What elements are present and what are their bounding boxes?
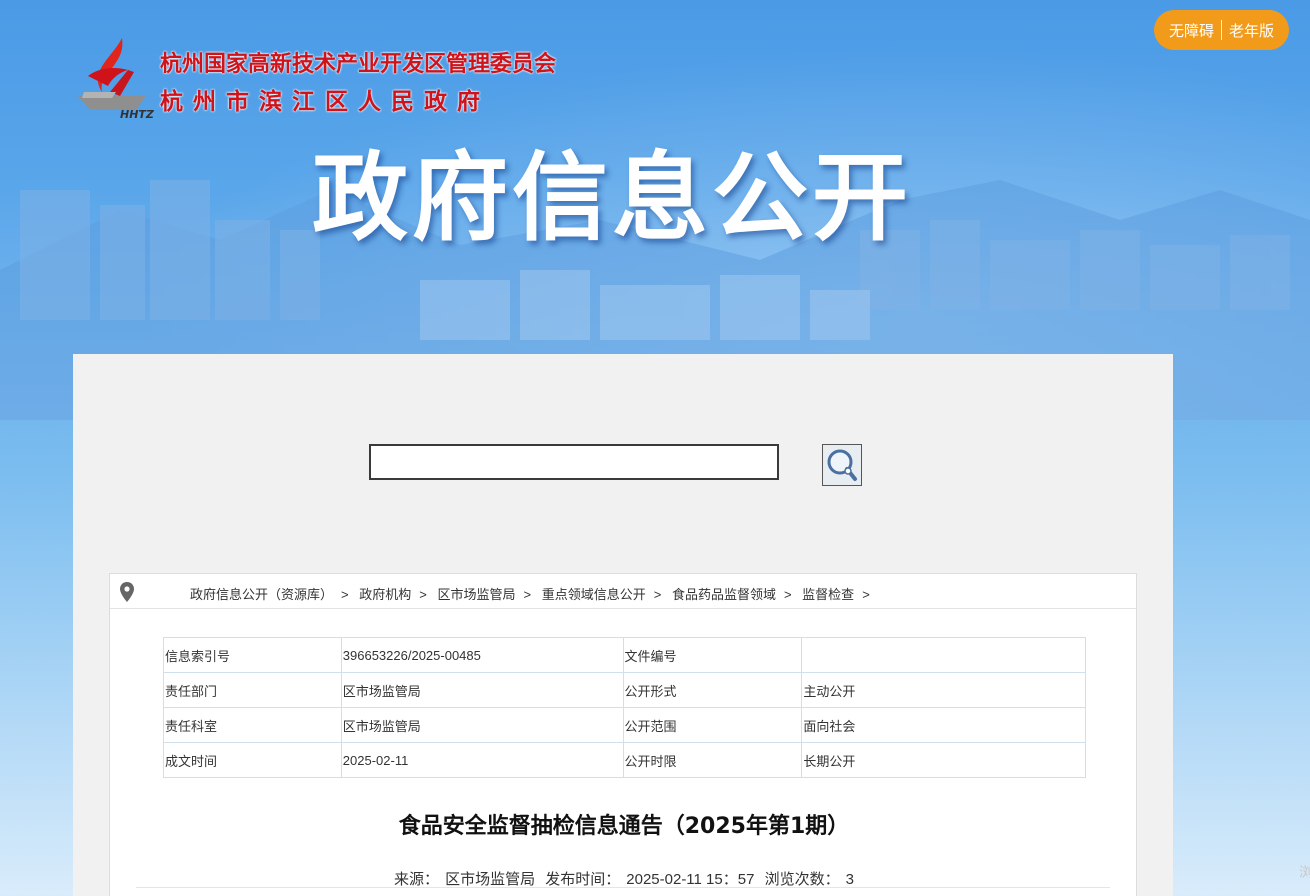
views-value: 3 [845, 871, 854, 888]
document-info-line: 来源： 区市场监管局 发布时间： 2025-02-11 15：57 浏览次数： 3 [110, 868, 1138, 889]
elder-version-link[interactable]: 老年版 [1229, 20, 1274, 41]
breadcrumb-separator: > [653, 587, 662, 602]
meta-label: 公开形式 [622, 672, 803, 708]
hhtz-logo: HHTZ [78, 38, 155, 121]
meta-label: 责任部门 [163, 672, 342, 708]
logo-text: HHTZ [120, 108, 155, 121]
views-label: 浏览次数： [764, 871, 840, 888]
org-name-primary: 杭州国家高新技术产业开发区管理委员会 [160, 51, 557, 77]
meta-value: 主动公开 [801, 672, 1086, 708]
floating-side-text: 浏 [1299, 864, 1310, 880]
accessibility-toolbar: 无障碍 老年版 [1154, 10, 1289, 50]
table-row: 成文时间 2025-02-11 公开时限 长期公开 [163, 742, 1086, 778]
source-value: 区市场监管局 [445, 871, 536, 888]
accessibility-link[interactable]: 无障碍 [1169, 20, 1214, 41]
breadcrumb-item-market-bureau[interactable]: 区市场监管局 [437, 587, 515, 602]
main-panel: 政府信息公开（资源库） > 政府机构 > 区市场监管局 > 重点领域信息公开 > 食品药… [73, 354, 1173, 896]
meta-value [801, 637, 1086, 673]
search-button[interactable] [822, 444, 862, 486]
meta-label: 责任科室 [163, 707, 342, 743]
breadcrumb-item-food-drug[interactable]: 食品药品监督领域 [672, 587, 776, 602]
table-row: 责任部门 区市场监管局 公开形式 主动公开 [163, 672, 1086, 708]
publish-label: 发布时间： [545, 871, 621, 888]
breadcrumb: 政府信息公开（资源库） > 政府机构 > 区市场监管局 > 重点领域信息公开 > 食品药… [110, 574, 1136, 609]
meta-label: 文件编号 [622, 637, 803, 673]
meta-value: 面向社会 [801, 707, 1086, 743]
breadcrumb-separator: > [862, 587, 870, 602]
document-title: 食品安全监督抽检信息通告（2025年第1期） [398, 814, 850, 839]
meta-label: 成文时间 [163, 742, 342, 778]
breadcrumb-item-gov-info[interactable]: 政府信息公开（资源库） [190, 587, 333, 602]
table-row: 信息索引号 396653226/2025-00485 文件编号 [163, 637, 1086, 673]
article-container: 政府信息公开（资源库） > 政府机构 > 区市场监管局 > 重点领域信息公开 > 食品药… [109, 573, 1137, 896]
source-label: 来源： [394, 871, 440, 888]
table-row: 责任科室 区市场监管局 公开范围 面向社会 [163, 707, 1086, 743]
search-icon [827, 449, 857, 481]
meta-label: 公开时限 [622, 742, 803, 778]
breadcrumb-item-gov-org[interactable]: 政府机构 [359, 587, 411, 602]
breadcrumb-trail: 政府信息公开（资源库） > 政府机构 > 区市场监管局 > 重点领域信息公开 > 食品药… [190, 584, 877, 603]
breadcrumb-item-inspection[interactable]: 监督检查 [802, 587, 854, 602]
breadcrumb-item-key-areas[interactable]: 重点领域信息公开 [542, 587, 646, 602]
publish-value: 2025-02-11 15：57 [626, 871, 755, 888]
content-divider [136, 887, 1110, 888]
breadcrumb-separator: > [783, 587, 792, 602]
meta-value: 区市场监管局 [340, 672, 624, 708]
meta-label: 公开范围 [622, 707, 803, 743]
meta-label: 信息索引号 [163, 637, 342, 673]
meta-value: 区市场监管局 [340, 707, 624, 743]
meta-value: 396653226/2025-00485 [340, 637, 624, 673]
location-pin-icon [120, 582, 134, 602]
meta-value: 2025-02-11 [340, 742, 624, 778]
search-input[interactable] [369, 444, 779, 480]
page-hero-title: 政府信息公开 [312, 142, 912, 254]
breadcrumb-separator: > [419, 587, 427, 602]
breadcrumb-separator: > [341, 587, 349, 602]
meta-value: 长期公开 [801, 742, 1086, 778]
toolbar-divider [1221, 20, 1222, 40]
org-name-secondary: 杭州市滨江区人民政府 [160, 88, 490, 115]
breadcrumb-separator: > [523, 587, 532, 602]
document-meta-table: 信息索引号 396653226/2025-00485 文件编号 责任部门 区市场… [163, 637, 1086, 778]
